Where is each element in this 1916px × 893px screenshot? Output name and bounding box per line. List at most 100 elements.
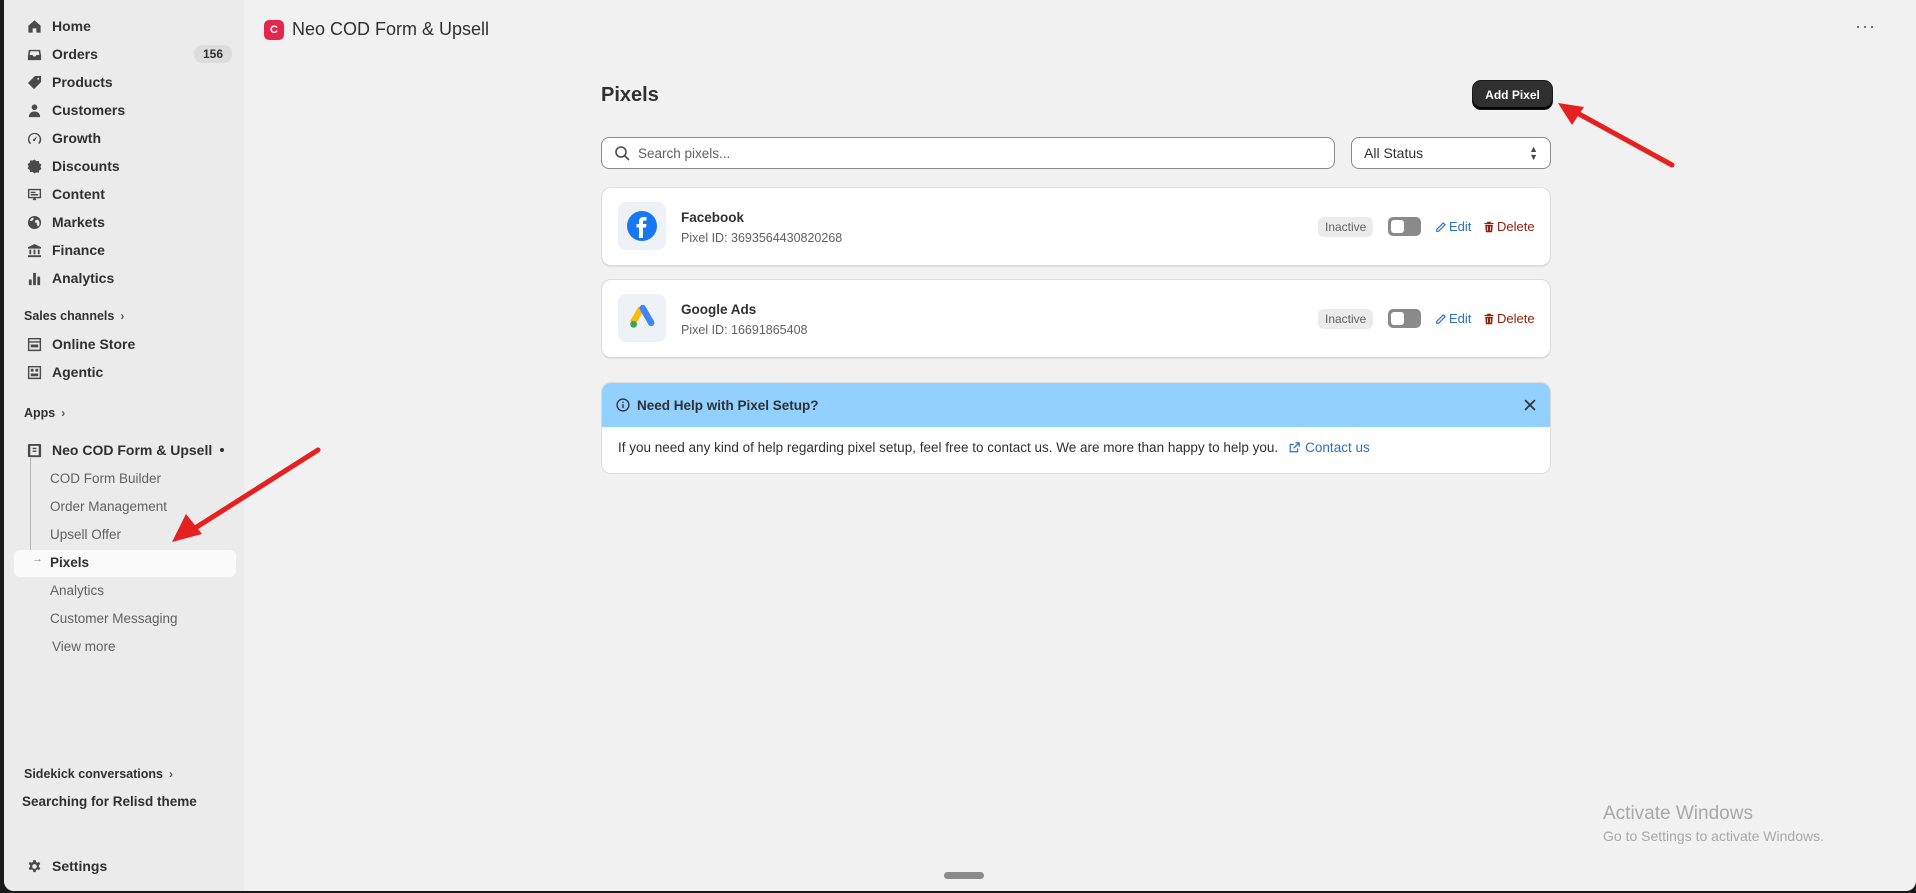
tag-icon (26, 74, 42, 90)
sidebar-item-label: Orders (52, 46, 98, 62)
chevron-right-icon: › (168, 767, 173, 781)
store-icon (26, 336, 42, 352)
add-pixel-button[interactable]: Add Pixel (1473, 81, 1552, 109)
sidekick-conversation-item[interactable]: Searching for Relisd theme (22, 794, 197, 809)
pixel-name: Facebook (681, 210, 745, 225)
windows-watermark-subtitle: Go to Settings to activate Windows. (1603, 828, 1824, 844)
tree-line (30, 458, 31, 562)
sidebar-item-content[interactable]: Content (14, 181, 236, 207)
sidebar-sub-upsell-offer[interactable]: Upsell Offer (50, 522, 121, 546)
globe-icon (26, 214, 42, 230)
pixel-id: Pixel ID: 16691865408 (681, 323, 808, 337)
content-icon (26, 186, 42, 202)
sidebar-item-finance[interactable]: Finance (14, 237, 236, 263)
sidebar-item-label: Content (52, 186, 105, 202)
orders-count-badge: 156 (193, 45, 232, 63)
app-icon (26, 442, 42, 458)
toggle-knob (1391, 220, 1404, 233)
status-badge: Inactive (1318, 217, 1374, 237)
contact-us-label: Contact us (1305, 440, 1370, 455)
sidebar-item-label: Analytics (52, 270, 115, 286)
delete-label: Delete (1497, 219, 1535, 234)
contact-us-link[interactable]: Contact us (1288, 440, 1370, 455)
app-title: Neo COD Form & Upsell (292, 19, 490, 39)
sidebar-item-label: Online Store (52, 336, 136, 352)
agentic-icon (26, 364, 42, 380)
sidebar-item-settings[interactable]: Settings (14, 853, 236, 879)
more-actions-button[interactable]: ··· (1855, 16, 1876, 37)
bank-icon (26, 242, 42, 258)
sales-channels-heading[interactable]: Sales channels › (24, 309, 124, 323)
gauge-icon (26, 130, 42, 146)
trash-icon (1484, 221, 1494, 232)
info-icon (616, 398, 630, 412)
sidebar-item-analytics[interactable]: Analytics (14, 265, 236, 291)
gear-icon (26, 858, 42, 874)
status-badge: Inactive (1318, 309, 1374, 329)
app-header: C Neo COD Form & Upsell ··· (244, 0, 1916, 60)
help-banner-header: Need Help with Pixel Setup? (602, 383, 1550, 427)
tree-branch-arrow-icon: → (32, 553, 43, 565)
search-field[interactable] (601, 137, 1335, 169)
pixel-name: Google Ads (681, 302, 757, 317)
search-input[interactable] (638, 145, 1318, 161)
help-banner-title: Need Help with Pixel Setup? (637, 397, 819, 413)
section-label-text: Sidekick conversations (24, 767, 163, 781)
view-more-link[interactable]: View more (52, 634, 116, 658)
chevron-right-icon: › (120, 309, 125, 323)
sidebar-item-customers[interactable]: Customers (14, 97, 236, 123)
sidebar-item-label: Discounts (52, 158, 120, 174)
sidebar-item-orders[interactable]: Orders 156 (14, 41, 236, 67)
pencil-icon (1436, 313, 1446, 324)
sidebar-item-label: Markets (52, 214, 105, 230)
sidebar-sub-customer-messaging[interactable]: Customer Messaging (50, 606, 178, 630)
sidebar-item-discounts[interactable]: Discounts (14, 153, 236, 179)
app-logo-icon: C (264, 20, 284, 40)
delete-button[interactable]: Delete (1483, 311, 1535, 326)
sidebar-sub-pixels[interactable]: Pixels (50, 550, 89, 574)
home-icon (26, 18, 42, 34)
section-label-text: Apps (24, 406, 56, 420)
sidebar-item-home[interactable]: Home (14, 13, 236, 39)
sidebar-item-products[interactable]: Products (14, 69, 236, 95)
close-icon[interactable] (1522, 397, 1538, 413)
apps-heading[interactable]: Apps › (24, 406, 65, 420)
sidebar-sub-cod-form-builder[interactable]: COD Form Builder (50, 466, 161, 490)
facebook-icon (618, 202, 666, 250)
sidebar-item-online-store[interactable]: Online Store (14, 331, 236, 357)
active-toggle[interactable] (1388, 217, 1421, 236)
pixel-id: Pixel ID: 3693564430820268 (681, 231, 843, 245)
sidebar-sub-analytics[interactable]: Analytics (50, 578, 104, 602)
trash-icon (1484, 313, 1494, 324)
delete-label: Delete (1497, 311, 1535, 326)
help-banner: Need Help with Pixel Setup? If you need … (601, 382, 1551, 474)
section-label-text: Sales channels (24, 309, 115, 323)
sidebar-item-label: Growth (52, 130, 101, 146)
help-banner-body: If you need any kind of help regarding p… (618, 440, 1370, 455)
windows-watermark-title: Activate Windows (1603, 803, 1753, 824)
external-link-icon (1289, 442, 1300, 453)
edit-button[interactable]: Edit (1435, 219, 1471, 234)
sidebar-item-label: Settings (52, 858, 108, 874)
chevron-right-icon: › (61, 406, 66, 420)
delete-button[interactable]: Delete (1483, 219, 1535, 234)
help-banner-text: If you need any kind of help regarding p… (618, 440, 1279, 455)
discount-icon (26, 158, 42, 174)
sidekick-heading[interactable]: Sidekick conversations › (24, 767, 173, 781)
sidebar-item-agentic[interactable]: Agentic (14, 359, 236, 385)
annotation-arrow-pixels (172, 447, 321, 542)
search-icon (615, 146, 630, 161)
edit-label: Edit (1449, 219, 1472, 234)
active-toggle[interactable] (1388, 309, 1421, 328)
status-filter-select[interactable]: All Status ▲ ▼ (1351, 137, 1551, 169)
sidebar-item-markets[interactable]: Markets (14, 209, 236, 235)
edit-button[interactable]: Edit (1435, 311, 1471, 326)
drag-handle[interactable] (944, 872, 984, 879)
annotation-arrow-add-pixel (1558, 103, 1675, 168)
person-icon (26, 102, 42, 118)
sidebar-sub-order-management[interactable]: Order Management (50, 494, 167, 518)
sidebar-item-growth[interactable]: Growth (14, 125, 236, 151)
sidebar-item-label: Finance (52, 242, 105, 258)
sidebar-item-label: Agentic (52, 364, 104, 380)
pencil-icon (1436, 221, 1446, 232)
